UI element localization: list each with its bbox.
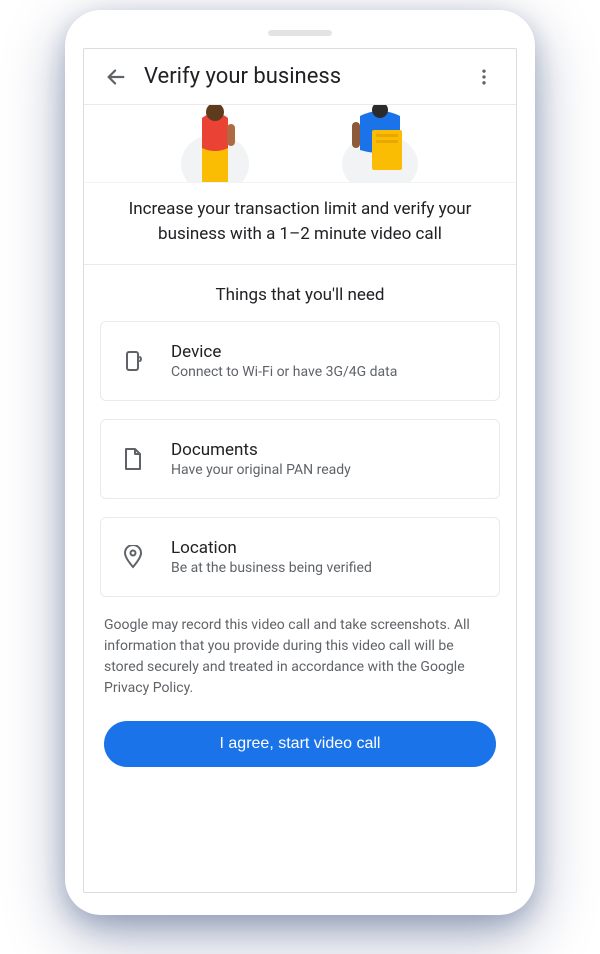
requirements-list: Device Connect to Wi-Fi or have 3G/4G da… (84, 321, 516, 597)
card-location: Location Be at the business being verifi… (100, 517, 500, 597)
device-icon (119, 347, 147, 375)
location-icon (119, 543, 147, 571)
intro-text: Increase your transaction limit and veri… (84, 183, 516, 265)
more-vert-icon (474, 67, 494, 87)
card-title: Device (171, 342, 481, 362)
phone-frame: Verify your business (65, 10, 535, 915)
screen: Verify your business (83, 48, 517, 893)
phone-speaker (268, 30, 332, 36)
back-arrow-icon (105, 66, 127, 88)
card-subtitle: Be at the business being verified (171, 560, 481, 576)
hero-illustration (84, 105, 516, 183)
person-illustration-left (180, 105, 250, 182)
person-illustration-right (340, 105, 420, 182)
section-title: Things that you'll need (84, 265, 516, 321)
document-icon (119, 445, 147, 473)
agree-start-video-call-button[interactable]: I agree, start video call (104, 721, 496, 767)
card-subtitle: Have your original PAN ready (171, 462, 481, 478)
app-bar: Verify your business (84, 49, 516, 105)
back-button[interactable] (96, 57, 136, 97)
overflow-menu-button[interactable] (464, 57, 504, 97)
page-title: Verify your business (136, 64, 464, 89)
card-subtitle: Connect to Wi-Fi or have 3G/4G data (171, 364, 481, 380)
card-device: Device Connect to Wi-Fi or have 3G/4G da… (100, 321, 500, 401)
card-title: Documents (171, 440, 481, 460)
card-title: Location (171, 538, 481, 558)
disclosure-text: Google may record this video call and ta… (84, 597, 516, 699)
card-documents: Documents Have your original PAN ready (100, 419, 500, 499)
